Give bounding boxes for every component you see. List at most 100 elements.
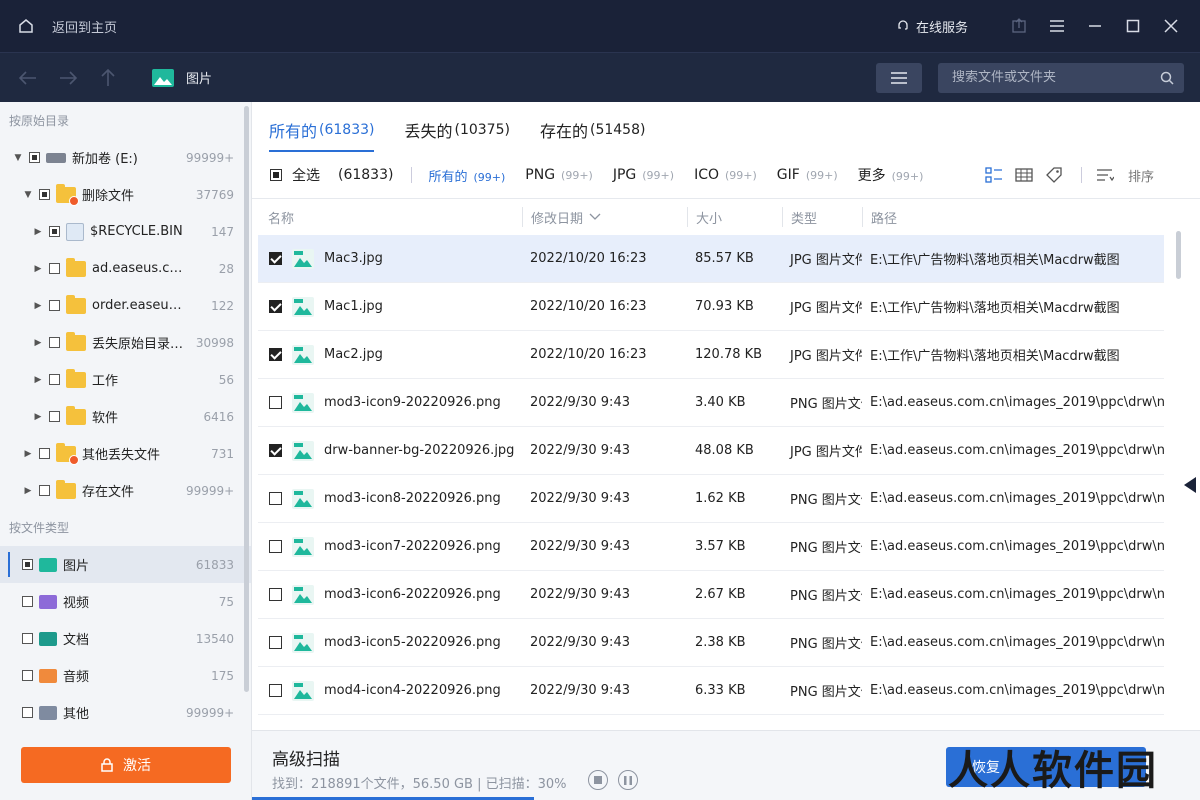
tree-checkbox[interactable] xyxy=(39,448,50,459)
tab-all[interactable]: 所有的 (61833) xyxy=(269,108,375,152)
tree-item-work[interactable]: ▶ 工作 56 xyxy=(0,361,251,398)
forward-button[interactable] xyxy=(48,53,88,103)
close-button[interactable] xyxy=(1152,0,1190,52)
expand-arrow-icon[interactable]: ▶ xyxy=(33,264,43,274)
tree-item-software[interactable]: ▶ 软件 6416 xyxy=(0,398,251,435)
tree-checkbox[interactable] xyxy=(49,374,60,385)
table-row[interactable]: Mac3.jpg 2022/10/20 16:23 85.57 KB JPG 图… xyxy=(258,235,1164,283)
maximize-button[interactable] xyxy=(1114,0,1152,52)
share-button[interactable] xyxy=(1000,0,1038,52)
col-path[interactable]: 路径 xyxy=(862,207,1162,227)
stop-scan-button[interactable] xyxy=(588,770,608,790)
tree-checkbox[interactable] xyxy=(49,300,60,311)
menu-button[interactable] xyxy=(1038,0,1076,52)
type-checkbox[interactable] xyxy=(22,707,33,718)
type-item-audio[interactable]: 音频 175 xyxy=(0,657,251,694)
tree-checkbox[interactable] xyxy=(49,226,60,237)
tree-checkbox[interactable] xyxy=(49,337,60,348)
back-to-home-link[interactable]: 返回到主页 xyxy=(52,17,117,36)
table-row[interactable]: mod3-icon9-20220926.png 2022/9/30 9:43 3… xyxy=(258,379,1164,427)
row-checkbox[interactable] xyxy=(269,492,282,505)
type-checkbox[interactable] xyxy=(22,559,33,570)
expand-arrow-icon[interactable]: ▶ xyxy=(33,301,43,311)
minimize-button[interactable] xyxy=(1076,0,1114,52)
tree-checkbox[interactable] xyxy=(49,263,60,274)
back-button[interactable] xyxy=(8,53,48,103)
expand-arrow-icon[interactable]: ▶ xyxy=(33,412,43,422)
tree-checkbox[interactable] xyxy=(39,485,50,496)
filter-gif[interactable]: GIF (99+) xyxy=(777,167,838,183)
tree-item-other-lost[interactable]: ▶ 其他丢失文件 731 xyxy=(0,435,251,472)
collapse-arrow-icon[interactable]: ▼ xyxy=(13,153,23,163)
pause-scan-button[interactable] xyxy=(618,770,638,790)
filter-png[interactable]: PNG (99+) xyxy=(525,167,593,183)
expand-arrow-icon[interactable]: ▶ xyxy=(33,338,43,348)
table-row[interactable]: mod3-icon8-20220926.png 2022/9/30 9:43 1… xyxy=(258,475,1164,523)
table-row[interactable]: mod4-icon4-20220926.png 2022/9/30 9:43 6… xyxy=(258,667,1164,715)
table-row[interactable]: Mac2.jpg 2022/10/20 16:23 120.78 KB JPG … xyxy=(258,331,1164,379)
select-all-label[interactable]: 全选 xyxy=(292,165,320,185)
table-row[interactable]: Mac1.jpg 2022/10/20 16:23 70.93 KB JPG 图… xyxy=(258,283,1164,331)
row-checkbox[interactable] xyxy=(269,348,282,361)
row-checkbox[interactable] xyxy=(269,444,282,457)
expand-arrow-icon[interactable]: ▶ xyxy=(23,449,33,459)
list-scrollbar[interactable] xyxy=(1176,231,1181,279)
col-name[interactable]: 名称 xyxy=(252,207,522,227)
tree-item-drive[interactable]: ▼ 新加卷 (E:) 99999+ xyxy=(0,139,251,176)
type-item-video[interactable]: 视频 75 xyxy=(0,583,251,620)
row-checkbox[interactable] xyxy=(269,684,282,697)
expand-arrow-icon[interactable]: ▶ xyxy=(23,486,33,496)
type-item-other[interactable]: 其他 99999+ xyxy=(0,694,251,731)
row-checkbox[interactable] xyxy=(269,540,282,553)
table-row[interactable]: mod3-icon6-20220926.png 2022/9/30 9:43 2… xyxy=(258,571,1164,619)
type-item-images[interactable]: 图片 61833 xyxy=(0,546,251,583)
tree-item-recycle-bin[interactable]: ▶ $RECYCLE.BIN 147 xyxy=(0,213,251,250)
row-checkbox[interactable] xyxy=(269,588,282,601)
online-service-button[interactable]: 在线服务 xyxy=(896,17,968,36)
tree-item-ad-easeus[interactable]: ▶ ad.easeus.com.cn 28 xyxy=(0,250,251,287)
tab-existing[interactable]: 存在的 (51458) xyxy=(540,108,645,152)
col-modified[interactable]: 修改日期 xyxy=(522,207,687,227)
tree-item-order-easeus[interactable]: ▶ order.easeus.com.cn 122 xyxy=(0,287,251,324)
tag-button[interactable] xyxy=(1039,166,1069,184)
select-all-checkbox[interactable] xyxy=(270,169,282,181)
row-checkbox[interactable] xyxy=(269,636,282,649)
table-row[interactable]: mod3-icon7-20220926.png 2022/9/30 9:43 3… xyxy=(258,523,1164,571)
row-checkbox[interactable] xyxy=(269,252,282,265)
table-row[interactable]: drw-banner-bg-20220926.jpg 2022/9/30 9:4… xyxy=(258,427,1164,475)
filter-all[interactable]: 所有的 (99+) xyxy=(428,166,505,185)
expand-arrow-icon[interactable]: ▶ xyxy=(33,227,43,237)
col-type[interactable]: 类型 xyxy=(782,207,862,227)
type-item-documents[interactable]: 文档 13540 xyxy=(0,620,251,657)
collapse-arrow-icon[interactable]: ▼ xyxy=(23,190,33,200)
filter-jpg[interactable]: JPG (99+) xyxy=(613,167,674,183)
grid-view-button[interactable] xyxy=(1009,167,1039,183)
search-icon[interactable] xyxy=(1160,71,1174,85)
tree-checkbox[interactable] xyxy=(49,411,60,422)
collapse-panel-icon[interactable] xyxy=(1184,477,1196,493)
row-checkbox[interactable] xyxy=(269,396,282,409)
row-checkbox[interactable] xyxy=(269,300,282,313)
view-menu-button[interactable] xyxy=(876,62,922,93)
filter-more[interactable]: 更多 (99+) xyxy=(858,165,924,185)
list-view-button[interactable] xyxy=(979,167,1009,183)
type-checkbox[interactable] xyxy=(22,596,33,607)
home-button[interactable] xyxy=(0,18,52,34)
sort-button[interactable]: 排序 xyxy=(1080,166,1154,185)
up-button[interactable] xyxy=(88,53,128,103)
type-checkbox[interactable] xyxy=(22,633,33,644)
col-size[interactable]: 大小 xyxy=(687,207,782,227)
expand-arrow-icon[interactable]: ▶ xyxy=(33,375,43,385)
tab-lost[interactable]: 丢失的 (10375) xyxy=(404,108,509,152)
table-row[interactable]: mod3-icon5-20220926.png 2022/9/30 9:43 2… xyxy=(258,619,1164,667)
type-checkbox[interactable] xyxy=(22,670,33,681)
tree-item-lost-dir[interactable]: ▶ 丢失原始目录的文件 30998 xyxy=(0,324,251,361)
tree-item-deleted[interactable]: ▼ 删除文件 37769 xyxy=(0,176,251,213)
filter-ico[interactable]: ICO (99+) xyxy=(694,167,757,183)
sidebar-scrollbar[interactable] xyxy=(244,106,249,692)
tree-checkbox[interactable] xyxy=(39,189,50,200)
search-input[interactable] xyxy=(952,70,1160,85)
search-box[interactable] xyxy=(938,62,1184,93)
activate-button[interactable]: 激活 xyxy=(21,747,231,783)
tree-checkbox[interactable] xyxy=(29,152,40,163)
